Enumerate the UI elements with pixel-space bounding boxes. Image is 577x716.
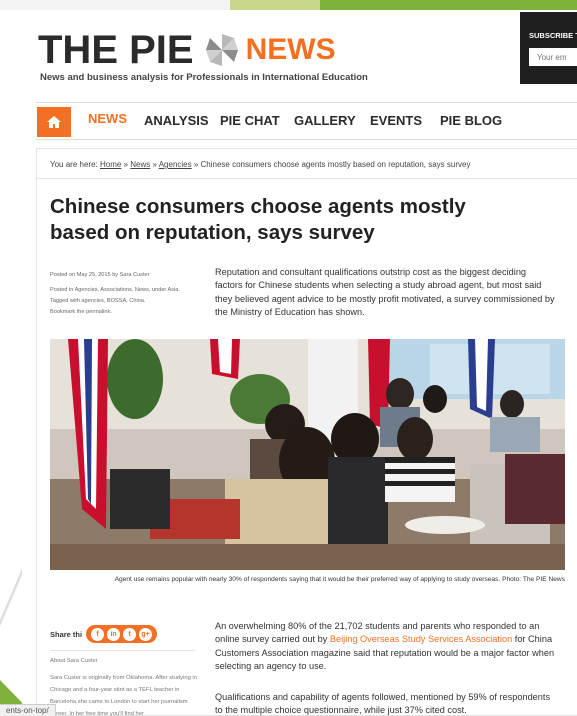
meta-posted-in: Posted in Agencies, Associations, News, … bbox=[50, 287, 180, 293]
nav-item-analysis[interactable]: ANALYSIS bbox=[144, 113, 209, 128]
top-green-accent-light bbox=[230, 0, 320, 10]
photo-caption: Agent use remains popular with nearly 30… bbox=[114, 576, 565, 583]
top-green-accent bbox=[320, 0, 577, 10]
logo-text-news: NEWS bbox=[245, 33, 336, 66]
subscribe-email-input[interactable] bbox=[529, 48, 577, 66]
meta-tagged: Tagged with agencies, BOSSA, China. bbox=[50, 298, 146, 304]
pinwheel-logo-icon bbox=[205, 34, 238, 66]
logo-text-the-pie: THE PIE bbox=[38, 27, 194, 72]
breadcrumb-current: Chinese consumers choose agents mostly b… bbox=[200, 160, 471, 169]
breadcrumb-home-link[interactable]: Home bbox=[100, 160, 121, 169]
site-tagline: News and business analysis for Professio… bbox=[40, 72, 368, 83]
article-meta: Posted on May 25, 2015 by Sara Custer Po… bbox=[50, 270, 200, 318]
author-about-title: About Sara Custer bbox=[50, 658, 98, 664]
nav-item-pie-blog[interactable]: PIE BLOG bbox=[440, 113, 502, 128]
article-lede: Reputation and consultant qualifications… bbox=[215, 267, 555, 318]
article-title: Chinese consumers choose agents mostly b… bbox=[50, 195, 466, 244]
breadcrumb: You are here: Home » News » Agencies » C… bbox=[50, 160, 471, 169]
facebook-icon[interactable]: f bbox=[91, 627, 105, 641]
breadcrumb-prefix: You are here: bbox=[50, 160, 98, 169]
meta-permalink[interactable]: Bookmark the permalink. bbox=[50, 307, 200, 318]
nav-item-gallery[interactable]: GALLERY bbox=[294, 113, 356, 128]
nav-item-news[interactable]: NEWS bbox=[88, 111, 127, 126]
share-bar: Share thi f in t g+ bbox=[50, 624, 158, 644]
nav-item-pie-chat[interactable]: PIE CHAT bbox=[220, 113, 280, 128]
google-plus-icon[interactable]: g+ bbox=[139, 627, 153, 641]
share-icons-group: f in t g+ bbox=[86, 625, 158, 643]
breadcrumb-divider bbox=[36, 178, 577, 179]
author-about-body: Sara Custer is originally from Oklahoma.… bbox=[50, 675, 197, 716]
breadcrumb-agencies-link[interactable]: Agencies bbox=[159, 160, 192, 169]
share-divider bbox=[50, 650, 195, 651]
article-paragraph-2: Qualifications and capability of agents … bbox=[215, 692, 551, 716]
article-paragraph-1: An overwhelming 80% of the 21,702 studen… bbox=[215, 620, 555, 674]
meta-posted-on: Posted on May 25, 2015 by Sara Custer bbox=[50, 272, 150, 278]
twitter-icon[interactable]: t bbox=[123, 627, 137, 641]
subscribe-panel: SUBSCRIBE T bbox=[520, 12, 577, 84]
linkedin-icon[interactable]: in bbox=[107, 627, 121, 641]
share-label: Share thi bbox=[50, 629, 83, 639]
nav-home-button[interactable] bbox=[37, 107, 71, 137]
site-logo[interactable]: THE PIE NEWS bbox=[38, 28, 336, 72]
home-icon bbox=[47, 116, 61, 128]
bossa-link[interactable]: Beijing Overseas Study Services Associat… bbox=[330, 634, 512, 644]
main-nav: NEWS ANALYSIS PIE CHAT GALLERY EVENTS PI… bbox=[36, 102, 577, 140]
subscribe-label: SUBSCRIBE T bbox=[529, 31, 577, 40]
nav-item-events[interactable]: EVENTS bbox=[370, 113, 422, 128]
breadcrumb-news-link[interactable]: News bbox=[130, 160, 150, 169]
article-photo[interactable] bbox=[50, 339, 565, 570]
status-bar-url: ents-on-top/ bbox=[0, 704, 56, 716]
